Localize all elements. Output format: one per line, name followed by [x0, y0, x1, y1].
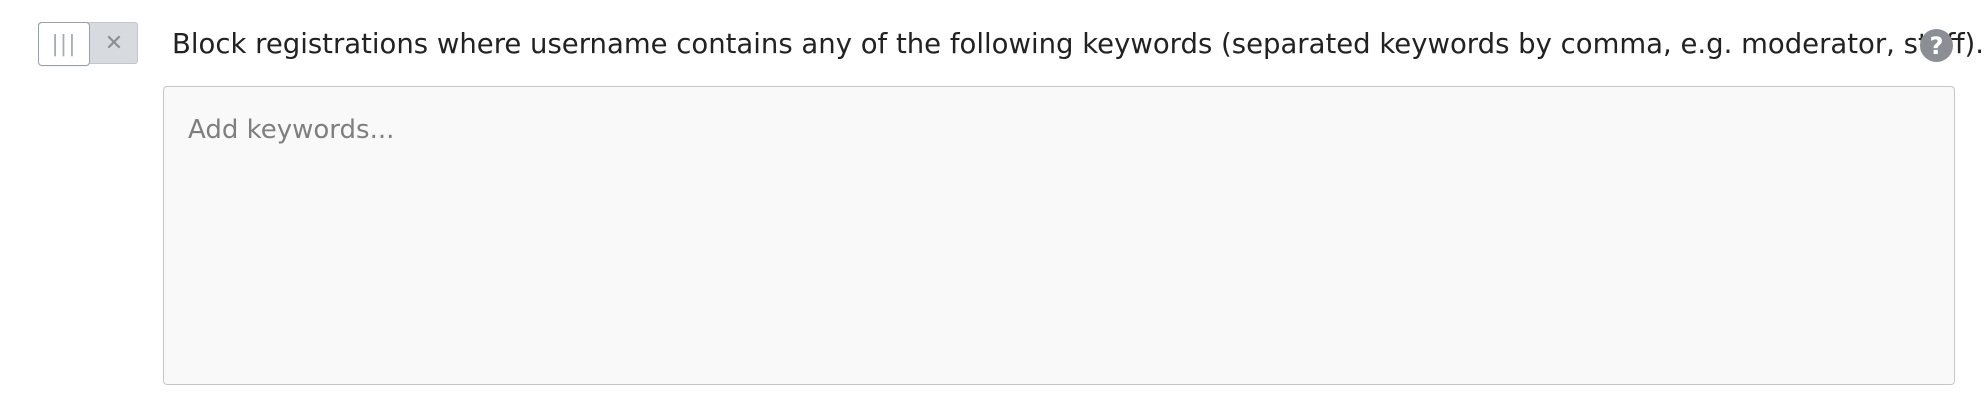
blocked-keywords-setting-row: ||| ✕ Block registrations where username… [0, 0, 1988, 408]
block-keywords-toggle[interactable]: ||| ✕ [38, 22, 138, 66]
grip-lines-icon[interactable]: ||| [38, 22, 90, 66]
keywords-field-container [163, 86, 1955, 385]
question-circle-icon[interactable]: ? [1920, 29, 1953, 62]
setting-label: Block registrations where username conta… [172, 28, 1985, 60]
close-icon: ✕ [104, 30, 124, 56]
keywords-input[interactable] [164, 87, 1954, 384]
